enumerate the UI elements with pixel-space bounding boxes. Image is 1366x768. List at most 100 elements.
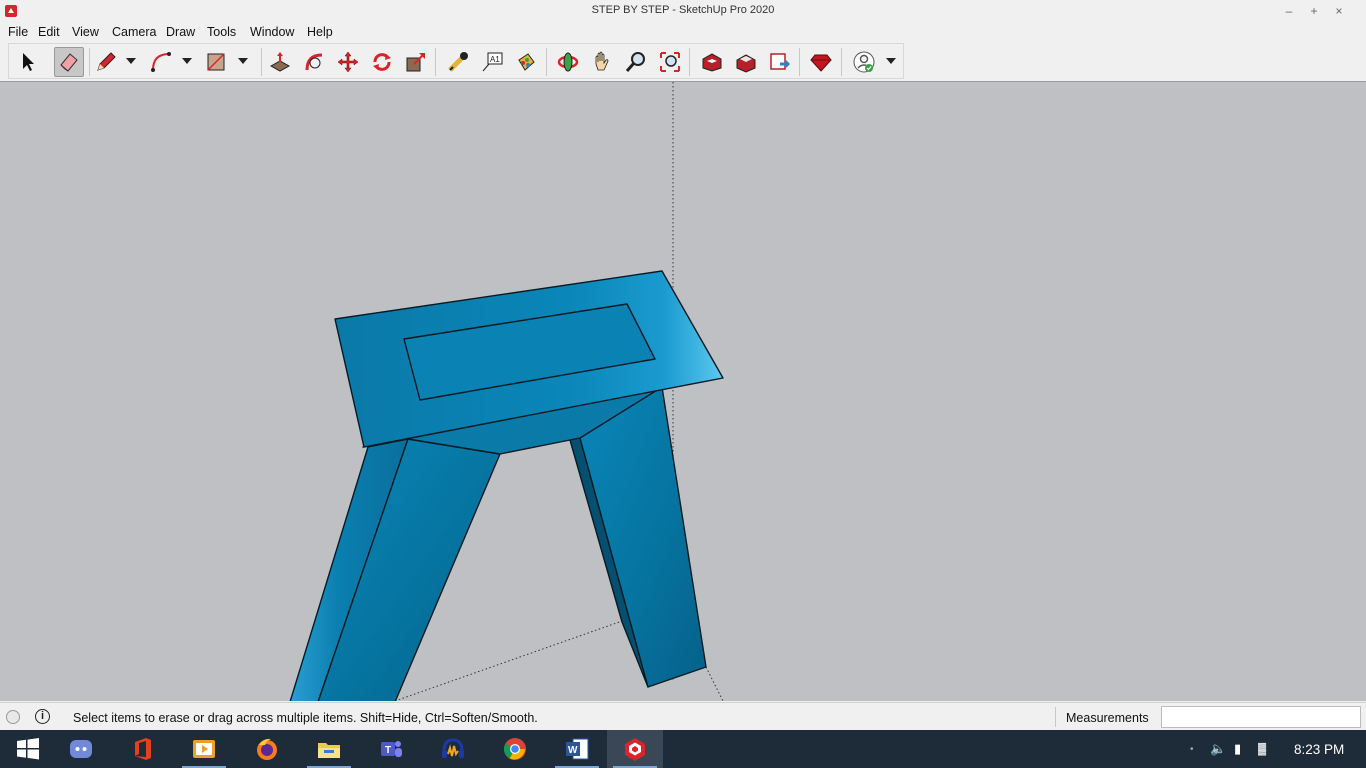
rectangle-icon: [207, 53, 225, 71]
user-account-icon: [853, 51, 875, 73]
orbit-tool-button[interactable]: [553, 47, 583, 77]
office-icon: [135, 738, 151, 760]
model-viewport[interactable]: [0, 81, 1366, 701]
word-icon: W: [566, 738, 589, 760]
move-tool-button[interactable]: [333, 47, 363, 77]
taskbar-firefox[interactable]: [239, 730, 295, 768]
menu-view[interactable]: View: [72, 25, 99, 39]
taskbar-sketchup[interactable]: [607, 730, 663, 768]
instructor-info-icon[interactable]: i: [35, 709, 50, 724]
arc-icon: [151, 52, 171, 72]
stool-model[interactable]: [289, 270, 724, 701]
model-canvas[interactable]: [0, 82, 1366, 701]
menu-draw[interactable]: Draw: [166, 25, 195, 39]
send-to-layout-button[interactable]: [765, 47, 795, 77]
taskbar-file-explorer[interactable]: [301, 730, 357, 768]
network-icon[interactable]: ▓: [1258, 743, 1266, 755]
menu-camera[interactable]: Camera: [112, 25, 156, 39]
extension-warehouse-button[interactable]: [731, 47, 761, 77]
warehouse-icon: [702, 53, 722, 72]
orbit-icon: [557, 52, 579, 72]
taskbar-chrome[interactable]: [487, 730, 543, 768]
volume-icon[interactable]: 🔈: [1210, 741, 1226, 757]
measurements-label: Measurements: [1066, 711, 1149, 725]
ruby-gem-icon: [810, 54, 832, 72]
menu-file[interactable]: File: [8, 25, 28, 39]
menu-window[interactable]: Window: [250, 25, 294, 39]
zoom-extents-tool-button[interactable]: [655, 47, 685, 77]
hand-icon: [595, 51, 609, 71]
menu-tools[interactable]: Tools: [207, 25, 236, 39]
3d-warehouse-button[interactable]: [697, 47, 727, 77]
pan-tool-button[interactable]: [587, 47, 617, 77]
select-tool-button[interactable]: [13, 47, 43, 77]
tape-measure-icon: [448, 52, 468, 72]
tray-expand-icon[interactable]: •: [1190, 744, 1194, 755]
sketchup-window: STEP BY STEP - SketchUp Pro 2020 – + × F…: [0, 0, 1366, 768]
close-icon[interactable]: ×: [1331, 3, 1347, 19]
taskbar-video-player[interactable]: [176, 730, 232, 768]
minimize-icon[interactable]: –: [1281, 3, 1297, 19]
svg-text:A1: A1: [490, 55, 500, 64]
text-tool-button[interactable]: A1: [477, 47, 507, 77]
zoom-tool-button[interactable]: [621, 47, 651, 77]
arc-tool-button[interactable]: [146, 47, 176, 77]
send-to-layout-icon: [770, 53, 790, 70]
paint-bucket-tool-button[interactable]: [511, 47, 541, 77]
line-tool-button[interactable]: [91, 47, 121, 77]
window-title: STEP BY STEP - SketchUp Pro 2020: [591, 4, 775, 16]
blue-axis-line: [705, 666, 724, 701]
eraser-icon: [60, 53, 78, 72]
audacity-icon: [442, 738, 464, 758]
start-button[interactable]: [0, 730, 56, 768]
svg-text:T: T: [385, 745, 391, 756]
menu-bar: File Edit View Camera Draw Tools Window …: [0, 22, 1366, 42]
menu-help[interactable]: Help: [307, 25, 333, 39]
push-pull-icon: [269, 52, 291, 72]
taskbar-teams[interactable]: T: [363, 730, 419, 768]
folder-icon: [318, 743, 340, 758]
push-pull-tool-button[interactable]: [265, 47, 295, 77]
status-bar: i Select items to erase or drag across m…: [0, 702, 1366, 730]
line-dropdown-icon[interactable]: [126, 58, 136, 64]
measurements-input[interactable]: [1161, 706, 1361, 728]
red-axis-line: [394, 619, 626, 701]
sketchup-taskbar-icon: [625, 738, 645, 761]
select-arrow-icon: [23, 53, 34, 71]
extension-manager-button[interactable]: [806, 47, 836, 77]
taskbar-audacity[interactable]: [425, 730, 481, 768]
arc-dropdown-icon[interactable]: [182, 58, 192, 64]
menu-edit[interactable]: Edit: [38, 25, 60, 39]
taskbar-word[interactable]: W: [549, 730, 605, 768]
chrome-icon: [504, 738, 526, 760]
title-bar: STEP BY STEP - SketchUp Pro 2020 – + ×: [0, 0, 1366, 22]
video-player-icon: [193, 740, 215, 758]
scale-icon: [406, 53, 425, 72]
main-toolbar: A1: [8, 43, 904, 79]
follow-me-tool-button[interactable]: [299, 47, 329, 77]
teams-icon: T: [381, 741, 402, 757]
zoom-extents-icon: [660, 52, 680, 72]
tape-measure-tool-button[interactable]: [443, 47, 473, 77]
magnifier-icon: [625, 52, 645, 72]
follow-me-icon: [305, 53, 323, 71]
rectangle-tool-button[interactable]: [201, 47, 231, 77]
taskbar-discord[interactable]: [53, 730, 109, 768]
rotate-icon: [373, 53, 391, 71]
taskbar-office[interactable]: [115, 730, 171, 768]
geolocation-icon[interactable]: [6, 710, 20, 724]
account-dropdown-icon[interactable]: [886, 58, 896, 64]
rotate-tool-button[interactable]: [367, 47, 397, 77]
scale-tool-button[interactable]: [401, 47, 431, 77]
paint-bucket-icon: [518, 53, 535, 71]
pencil-icon: [97, 52, 116, 71]
maximize-icon[interactable]: +: [1306, 3, 1322, 19]
account-button[interactable]: [849, 47, 879, 77]
windows-start-icon: [17, 738, 39, 760]
firefox-icon: [257, 738, 277, 760]
eraser-tool-button[interactable]: [54, 47, 84, 77]
battery-icon[interactable]: ▮: [1234, 741, 1241, 757]
rectangle-dropdown-icon[interactable]: [238, 58, 248, 64]
windows-taskbar: T W • 🔈 ▮ ▓ 8:23 PM: [0, 730, 1366, 768]
taskbar-clock[interactable]: 8:23 PM: [1294, 742, 1344, 757]
